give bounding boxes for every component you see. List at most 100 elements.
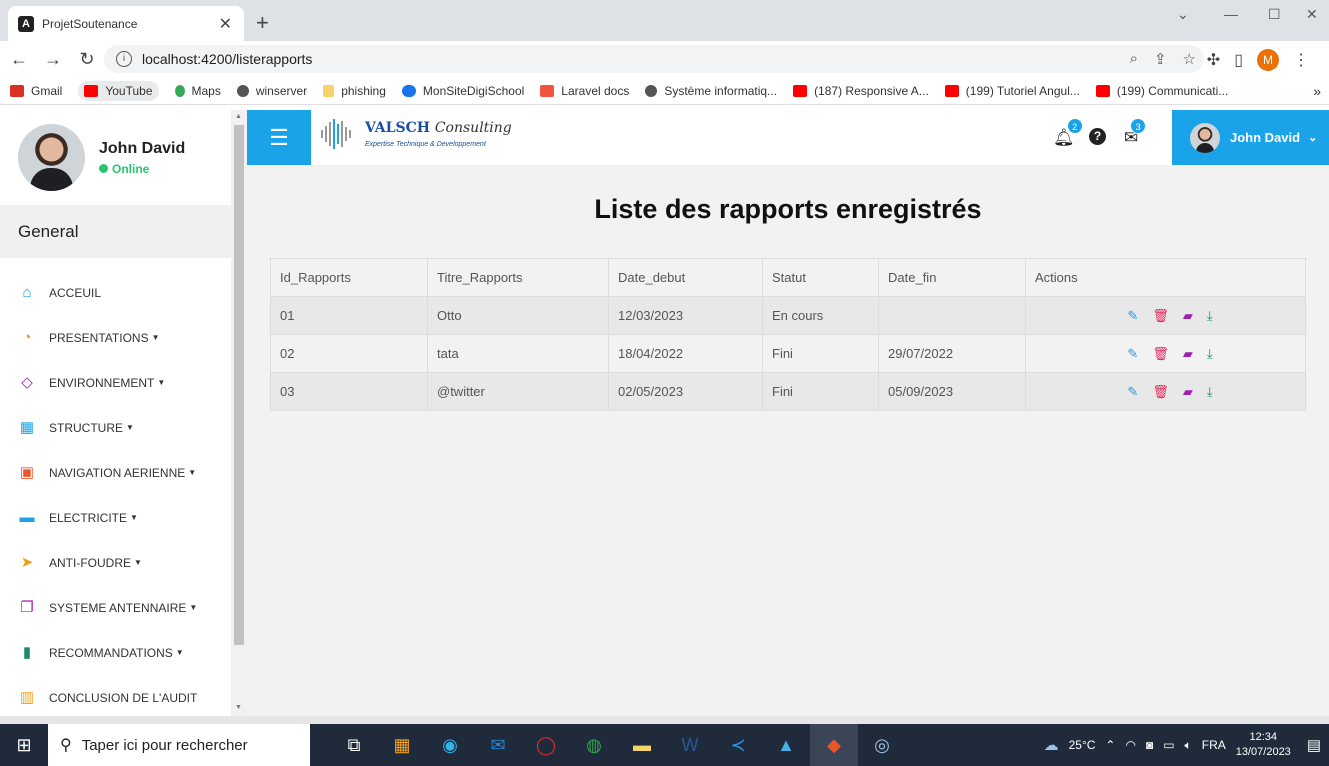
- hamburger-menu-icon[interactable]: ☰: [247, 110, 311, 165]
- close-tab-icon[interactable]: ✕: [219, 14, 232, 34]
- new-tab-icon[interactable]: +: [256, 10, 269, 36]
- help-icon[interactable]: ?: [1089, 128, 1106, 145]
- edit-icon[interactable]: ✎: [1127, 308, 1138, 324]
- language-indicator[interactable]: FRA: [1202, 738, 1226, 752]
- sidebar-item-recommandations[interactable]: ▮ RECOMMANDATIONS ▼: [0, 630, 231, 675]
- cell-titre: tata: [427, 334, 609, 373]
- cell-fin: 05/09/2023: [878, 372, 1026, 411]
- bookmark-laravel[interactable]: Laravel docs: [540, 84, 629, 98]
- download-icon[interactable]: ⤓: [1207, 384, 1213, 400]
- sidebar-scrollbar[interactable]: ▲ ▼: [231, 110, 247, 716]
- vscode-icon[interactable]: ≺: [714, 724, 762, 766]
- word-icon[interactable]: W: [666, 724, 714, 766]
- caret-down-icon: ▼: [130, 513, 138, 522]
- company-logo[interactable]: VALSCH Consulting Expertise Technique & …: [321, 116, 512, 152]
- scrollbar-thumb[interactable]: [234, 125, 244, 645]
- camera-icon[interactable]: ◙: [1146, 738, 1153, 752]
- folder-open-icon[interactable]: ▰: [1183, 308, 1193, 324]
- puzzle-icon[interactable]: ✣: [1207, 50, 1220, 70]
- zoom-icon[interactable]: ⌕: [1130, 50, 1138, 68]
- table-icon: ▦: [19, 418, 35, 436]
- user-menu-button[interactable]: John David ⌄: [1172, 110, 1329, 165]
- sidebar-item-label: RECOMMANDATIONS: [49, 645, 173, 660]
- bookmark-tutoriel[interactable]: (199) Tutoriel Angul...: [944, 84, 1080, 98]
- download-icon[interactable]: ⤓: [1207, 346, 1213, 362]
- clock[interactable]: 12:34 13/07/2023: [1236, 730, 1291, 760]
- windows-start-icon[interactable]: ⊞: [0, 735, 48, 756]
- tray-expand-icon[interactable]: ⌃: [1105, 738, 1115, 752]
- edit-icon[interactable]: ✎: [1127, 346, 1138, 362]
- bookmark-communication[interactable]: (199) Communicati...: [1095, 84, 1228, 98]
- bookmark-gmail[interactable]: Gmail: [10, 84, 62, 98]
- table-row: 03 @twitter 02/05/2023 Fini 05/09/2023 ✎ 🗑︎ ▰ ⤓: [270, 372, 1306, 411]
- share-icon[interactable]: ⇪: [1154, 50, 1167, 68]
- info-icon[interactable]: i: [116, 51, 132, 67]
- table-header-row: Id_Rapports Titre_Rapports Date_debut St…: [270, 258, 1306, 297]
- mail-icon[interactable]: ✉ 3: [1124, 118, 1147, 148]
- chrome-icon[interactable]: ◍: [570, 724, 618, 766]
- url-field[interactable]: i localhost:4200/listerapports ⌕ ⇪ ☆: [104, 45, 1204, 73]
- sidebar-item-navigation-aerienne[interactable]: ▣ NAVIGATION AERIENNE ▼: [0, 450, 231, 495]
- weather-temp[interactable]: 25°C: [1069, 738, 1096, 752]
- edit-icon[interactable]: ✎: [1127, 384, 1138, 400]
- sidebar-item-acceuil[interactable]: ⌂ ACCEUIL: [0, 270, 231, 315]
- taskbar-search[interactable]: ⚲ Taper ici pour rechercher: [48, 724, 310, 766]
- store-icon[interactable]: ▦: [378, 724, 426, 766]
- task-view-icon[interactable]: ⧉: [330, 724, 378, 766]
- folder-open-icon[interactable]: ▰: [1183, 384, 1193, 400]
- minimize-icon[interactable]: —: [1224, 6, 1238, 22]
- kebab-menu-icon[interactable]: ⋮: [1293, 50, 1309, 70]
- sidepanel-icon[interactable]: ▯: [1234, 50, 1243, 70]
- battery-icon[interactable]: ▭: [1163, 738, 1174, 752]
- close-window-icon[interactable]: ✕: [1306, 6, 1318, 23]
- sidebar-item-electricite[interactable]: ▬ ELECTRICITE ▼: [0, 495, 231, 540]
- bookmark-youtube[interactable]: YouTube: [78, 80, 159, 101]
- more-bookmarks-icon[interactable]: »: [1313, 83, 1321, 99]
- download-icon[interactable]: ⤓: [1207, 308, 1213, 324]
- network-icon[interactable]: ◠: [1125, 738, 1135, 752]
- folder-open-icon[interactable]: ▰: [1183, 346, 1193, 362]
- bookmark-winserver[interactable]: winserver: [236, 84, 307, 98]
- chevron-down-icon[interactable]: ⌄: [1177, 6, 1189, 23]
- laravel-icon: [540, 84, 555, 97]
- maximize-icon[interactable]: ☐: [1268, 6, 1281, 23]
- user-name: John David: [99, 139, 186, 157]
- sidebar-item-presentations[interactable]: ◔ PRESENTATIONS ▼: [0, 315, 231, 360]
- scroll-up-icon[interactable]: ▲: [235, 113, 242, 120]
- star-icon[interactable]: ☆: [1183, 50, 1196, 68]
- trash-icon[interactable]: 🗑︎: [1152, 346, 1169, 362]
- volume-icon[interactable]: 🔈︎: [1185, 738, 1192, 753]
- profile-avatar[interactable]: M: [1257, 49, 1279, 71]
- photos-icon[interactable]: ▲: [762, 724, 810, 766]
- bookmark-maps[interactable]: Maps: [174, 84, 221, 98]
- sidebar-item-environnement[interactable]: ◇ ENVIRONNEMENT ▼: [0, 360, 231, 405]
- bookmark-systeme[interactable]: Système informatiq...: [645, 84, 777, 98]
- sidebar-item-systeme-antennaire[interactable]: ❐ SYSTEME ANTENNAIRE ▼: [0, 585, 231, 630]
- clone-icon: ❐: [20, 598, 34, 616]
- col-header: Statut: [762, 258, 879, 297]
- back-icon[interactable]: ←: [4, 49, 34, 70]
- bookmark-monsitedigischool[interactable]: MonSiteDigiSchool: [401, 84, 524, 98]
- sidebar-item-structure[interactable]: ▦ STRUCTURE ▼: [0, 405, 231, 450]
- forward-icon[interactable]: →: [38, 49, 68, 70]
- bookmark-responsive[interactable]: (187) Responsive A...: [793, 84, 929, 98]
- bell-icon[interactable]: 🔔︎ 2: [1053, 118, 1083, 148]
- postgres-icon[interactable]: ◎: [858, 724, 906, 766]
- scroll-down-icon[interactable]: ▼: [235, 704, 242, 711]
- sidebar-item-conclusion-de-l-audit[interactable]: ▥ CONCLUSION DE L'AUDIT: [0, 675, 231, 716]
- clock-icon: ◔: [22, 328, 32, 346]
- trash-icon[interactable]: 🗑︎: [1152, 384, 1169, 400]
- mail-app-icon[interactable]: ✉: [474, 724, 522, 766]
- trash-icon[interactable]: 🗑︎: [1152, 308, 1169, 324]
- file-explorer-icon[interactable]: ▬: [618, 724, 666, 766]
- reload-icon[interactable]: ↻: [72, 49, 102, 70]
- browser-tab[interactable]: A ProjetSoutenance ✕: [8, 6, 244, 41]
- edge-icon[interactable]: ◉: [426, 724, 474, 766]
- bookmark-phishing[interactable]: phishing: [323, 84, 386, 98]
- weather-icon[interactable]: ☁: [1044, 736, 1059, 754]
- opera-icon[interactable]: ◯: [522, 724, 570, 766]
- sidebar-item-anti-foudre[interactable]: ➤ ANTI-FOUDRE ▼: [0, 540, 231, 585]
- notifications-icon[interactable]: ▤: [1307, 736, 1321, 754]
- caret-down-icon: ▼: [151, 333, 160, 342]
- app-icon[interactable]: ◆: [810, 724, 858, 766]
